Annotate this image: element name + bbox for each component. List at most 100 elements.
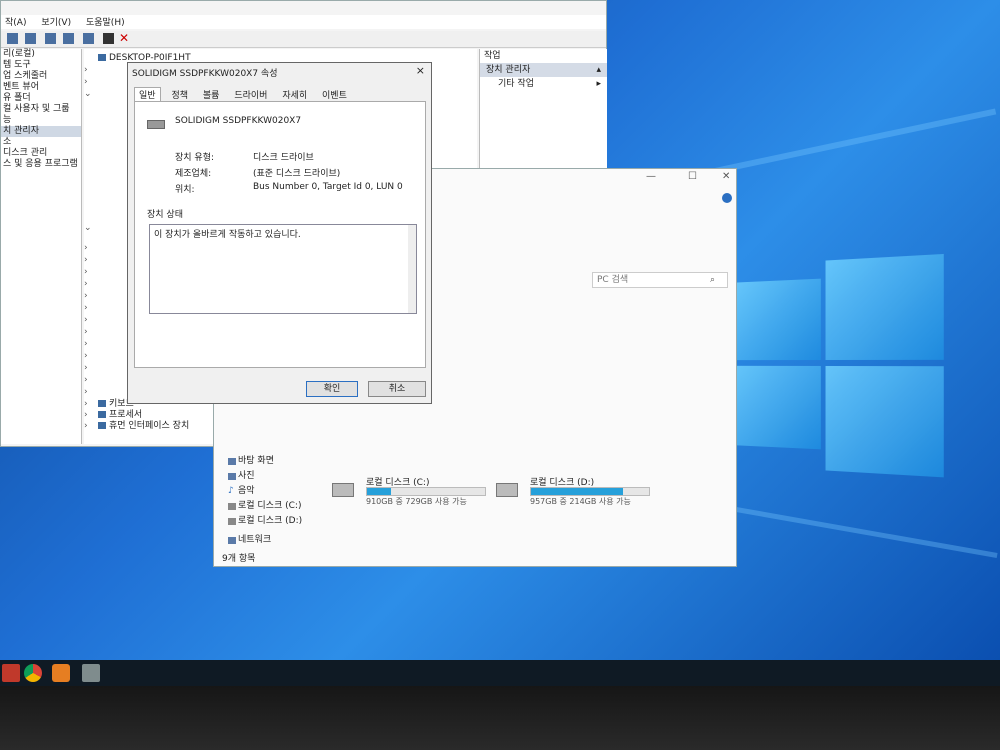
tab-strip: 일반 정책 볼륨 드라이버 자세히 이벤트: [134, 87, 355, 101]
uninstall-icon[interactable]: ✕: [119, 32, 130, 44]
chevron-right-icon[interactable]: ›: [84, 77, 88, 88]
chevron-right-icon[interactable]: ›: [84, 387, 88, 398]
actions-more[interactable]: 기타 작업 ▸: [480, 77, 607, 91]
chevron-right-icon[interactable]: ›: [84, 339, 88, 350]
tab-driver[interactable]: 드라이버: [230, 88, 271, 101]
tab-details[interactable]: 자세히: [278, 88, 311, 101]
tab-events[interactable]: 이벤트: [318, 88, 351, 101]
device-properties-dialog: SOLIDIGM SSDPFKKW020X7 속성 × 일반 정책 볼륨 드라이…: [127, 62, 432, 404]
nav-item[interactable]: 바탕 화면: [214, 454, 314, 469]
actions-device-manager[interactable]: 장치 관리자 ▴: [480, 63, 607, 77]
toolbar: ✕: [1, 31, 606, 48]
app-icon[interactable]: [2, 664, 20, 682]
device-status-textbox[interactable]: 이 장치가 올바르게 작동하고 있습니다.: [149, 224, 417, 314]
back-icon[interactable]: [7, 33, 18, 44]
tree-item[interactable]: 템 도구: [1, 60, 81, 71]
pictures-icon: [228, 473, 236, 480]
help-icon[interactable]: [722, 193, 732, 203]
processor-icon: [98, 411, 106, 418]
scrollbar[interactable]: [408, 225, 416, 313]
network-icon: [228, 537, 236, 544]
drive-icon: [496, 483, 518, 497]
tree-item[interactable]: 소: [1, 137, 81, 148]
tree-item[interactable]: 벤트 뷰어: [1, 82, 81, 93]
help-icon[interactable]: [45, 33, 56, 44]
search-icon[interactable]: ⌕: [710, 275, 715, 285]
device-category-processor[interactable]: › 프로세서: [84, 410, 142, 421]
minimize-icon[interactable]: —: [646, 171, 656, 182]
chevron-down-icon[interactable]: ⌄: [84, 89, 92, 100]
close-icon[interactable]: ×: [416, 64, 425, 77]
tree-item[interactable]: 유 폴더: [1, 93, 81, 104]
monitor-bezel: [0, 686, 1000, 750]
chevron-right-icon[interactable]: ›: [84, 291, 88, 302]
music-icon: ♪: [228, 486, 234, 496]
taskbar: [0, 660, 1000, 686]
desktop-icon: [228, 458, 236, 465]
app-icon[interactable]: [52, 664, 70, 682]
tree-item[interactable]: 디스크 관리: [1, 148, 81, 159]
menu-help[interactable]: 도움말(H): [86, 18, 125, 28]
chevron-right-icon[interactable]: ›: [84, 65, 88, 76]
ok-button[interactable]: 확인: [306, 381, 358, 397]
tree-item[interactable]: 업 스케줄러: [1, 71, 81, 82]
chevron-down-icon[interactable]: ⌄: [84, 223, 92, 234]
maximize-icon[interactable]: ☐: [688, 171, 697, 182]
tree-item[interactable]: 리(로컬): [1, 49, 81, 60]
status-bar-item-count: 9개 항목: [222, 554, 256, 564]
chevron-right-icon[interactable]: ›: [84, 351, 88, 362]
search-input[interactable]: PC 검색: [592, 272, 728, 288]
tree-item[interactable]: 컬 사용자 및 그룹: [1, 104, 81, 115]
monitor-icon[interactable]: [83, 33, 94, 44]
chevron-right-icon[interactable]: ›: [84, 279, 88, 290]
menu-view[interactable]: 보기(V): [41, 18, 71, 28]
collapse-icon: ▴: [596, 65, 601, 75]
drive-usage-bar: [530, 487, 650, 496]
drive-icon: [228, 503, 236, 510]
chevron-right-icon[interactable]: ›: [84, 267, 88, 278]
device-manager-icon[interactable]: [82, 664, 100, 682]
cancel-button[interactable]: 취소: [368, 381, 426, 397]
menu-action[interactable]: 작(A): [5, 18, 26, 28]
hid-icon: [98, 422, 106, 429]
device-name: SOLIDIGM SSDPFKKW020X7: [175, 116, 302, 126]
properties-icon[interactable]: [63, 33, 74, 44]
tree-item[interactable]: 능: [1, 115, 81, 126]
arrow-right-icon: ▸: [596, 79, 601, 89]
windows-logo-icon: [735, 243, 946, 482]
general-tab-panel: SOLIDIGM SSDPFKKW020X7 장치 유형: 디스크 드라이브 제조…: [134, 101, 426, 368]
windows-drive-icon: [332, 483, 354, 497]
tree-item[interactable]: 스 및 응용 프로그램: [1, 159, 81, 170]
chevron-right-icon[interactable]: ›: [84, 255, 88, 266]
chevron-right-icon[interactable]: ›: [84, 303, 88, 314]
nav-item[interactable]: ♪ 음악: [214, 484, 314, 499]
disk-drive-icon: [147, 120, 165, 129]
keyboard-icon: [98, 400, 106, 407]
tab-general[interactable]: 일반: [134, 87, 161, 101]
device-status-label: 장치 상태: [147, 210, 183, 220]
nav-item[interactable]: 사진: [214, 469, 314, 484]
dialog-title: SOLIDIGM SSDPFKKW020X7 속성: [132, 69, 278, 79]
forward-icon[interactable]: [25, 33, 36, 44]
tab-volumes[interactable]: 볼륨: [199, 88, 224, 101]
update-driver-icon[interactable]: [103, 33, 114, 44]
chevron-right-icon[interactable]: ›: [84, 243, 88, 254]
tree-item-device-manager[interactable]: 치 관리자: [1, 126, 81, 137]
computer-icon: [98, 54, 106, 61]
tab-policies[interactable]: 정책: [167, 88, 192, 101]
nav-item[interactable]: 네트워크: [214, 533, 314, 548]
navigation-pane: 바탕 화면 사진 ♪ 음악 로컬 디스크 (C:) 로컬 디스크 (D:) 네트워…: [214, 454, 314, 552]
actions-header: 작업: [480, 49, 607, 63]
drive-icon: [228, 518, 236, 525]
chevron-right-icon[interactable]: ›: [84, 315, 88, 326]
nav-item[interactable]: 로컬 디스크 (C:): [214, 499, 314, 514]
close-icon[interactable]: ✕: [722, 171, 730, 182]
chevron-right-icon[interactable]: ›: [84, 327, 88, 338]
nav-item[interactable]: 로컬 디스크 (D:): [214, 514, 314, 529]
menu-bar: 작(A) 보기(V) 도움말(H): [1, 15, 606, 29]
chevron-right-icon[interactable]: ›: [84, 375, 88, 386]
chrome-icon[interactable]: [24, 664, 42, 682]
device-category-hid[interactable]: › 휴먼 인터페이스 장치: [84, 421, 189, 432]
chevron-right-icon[interactable]: ›: [84, 363, 88, 374]
drive-usage-bar: [366, 487, 486, 496]
